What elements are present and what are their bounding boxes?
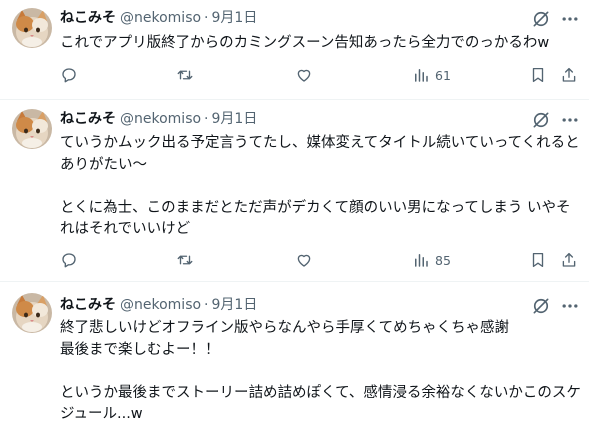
share-icon <box>560 251 578 269</box>
like-button[interactable] <box>295 65 313 85</box>
tweet-date[interactable]: 9月1日 <box>212 111 258 127</box>
reply-button[interactable] <box>60 65 78 85</box>
retweet-button[interactable] <box>176 65 194 85</box>
user-handle[interactable]: @nekomiso <box>120 297 201 313</box>
share-button[interactable] <box>560 250 578 270</box>
views-button[interactable]: 61 <box>412 65 451 85</box>
cat-avatar[interactable] <box>12 293 52 333</box>
separator-dot: · <box>204 111 209 127</box>
like-icon <box>295 251 313 269</box>
display-name[interactable]: ねこみそ <box>60 297 116 313</box>
retweet-icon <box>176 251 194 269</box>
user-handle[interactable]: @nekomiso <box>120 111 201 127</box>
tweet-text: ていうかムック出る予定言うてたし、媒体変えてタイトル続いていってくれるとありがた… <box>60 135 580 237</box>
tweet-actions: 61 <box>60 65 580 85</box>
display-name[interactable]: ねこみそ <box>60 10 116 26</box>
reply-icon <box>60 251 78 269</box>
tweet-date[interactable]: 9月1日 <box>212 10 258 26</box>
cat-avatar[interactable] <box>12 8 52 48</box>
user-handle[interactable]: @nekomiso <box>120 10 201 26</box>
share-button[interactable] <box>560 65 578 85</box>
views-count: 61 <box>435 67 451 83</box>
tweet-text: これでアプリ版終了からのカミングスーン告知あったら全力でのっかるわw <box>60 35 550 51</box>
like-icon <box>295 66 313 84</box>
like-button[interactable] <box>295 250 313 270</box>
tweet-text: 終了悲しいけどオフライン版やらなんやら手厚くてめちゃくちゃ感謝 最後まで楽しむよ… <box>60 320 581 422</box>
retweet-button[interactable] <box>176 250 194 270</box>
separator-dot: · <box>204 297 209 313</box>
more-icon[interactable] <box>560 296 580 316</box>
tweet[interactable]: ねこみそ @nekomiso · 9月1日 これでアプリ版終了からのカミングスーン告知… <box>0 0 589 99</box>
tweet-header: ねこみそ @nekomiso · 9月1日 <box>60 295 257 315</box>
reply-button[interactable] <box>60 250 78 270</box>
tweet[interactable]: ねこみそ @nekomiso · 9月1日 ていうかムック出る予定言うてたし、媒体変え… <box>0 100 589 281</box>
tweet-header: ねこみそ @nekomiso · 9月1日 <box>60 109 257 129</box>
share-icon <box>560 66 578 84</box>
grok-icon[interactable] <box>531 9 551 29</box>
reply-icon <box>60 66 78 84</box>
tweet-header: ねこみそ @nekomiso · 9月1日 <box>60 8 257 28</box>
tweet-actions: 85 <box>60 250 580 270</box>
tweet-date[interactable]: 9月1日 <box>212 297 258 313</box>
tweet[interactable]: ねこみそ @nekomiso · 9月1日 終了悲しいけどオフライン版やらなんやら手厚… <box>0 282 589 431</box>
bookmark-icon <box>529 251 547 269</box>
retweet-icon <box>176 66 194 84</box>
bookmark-icon <box>529 66 547 84</box>
views-icon <box>412 251 430 269</box>
more-icon[interactable] <box>560 110 580 130</box>
views-icon <box>412 66 430 84</box>
grok-icon[interactable] <box>531 110 551 130</box>
views-button[interactable]: 85 <box>412 250 451 270</box>
grok-icon[interactable] <box>531 296 551 316</box>
bookmark-button[interactable] <box>529 250 547 270</box>
views-count: 85 <box>435 252 451 268</box>
more-icon[interactable] <box>560 9 580 29</box>
bookmark-button[interactable] <box>529 65 547 85</box>
display-name[interactable]: ねこみそ <box>60 111 116 127</box>
cat-avatar[interactable] <box>12 109 52 149</box>
separator-dot: · <box>204 10 209 26</box>
